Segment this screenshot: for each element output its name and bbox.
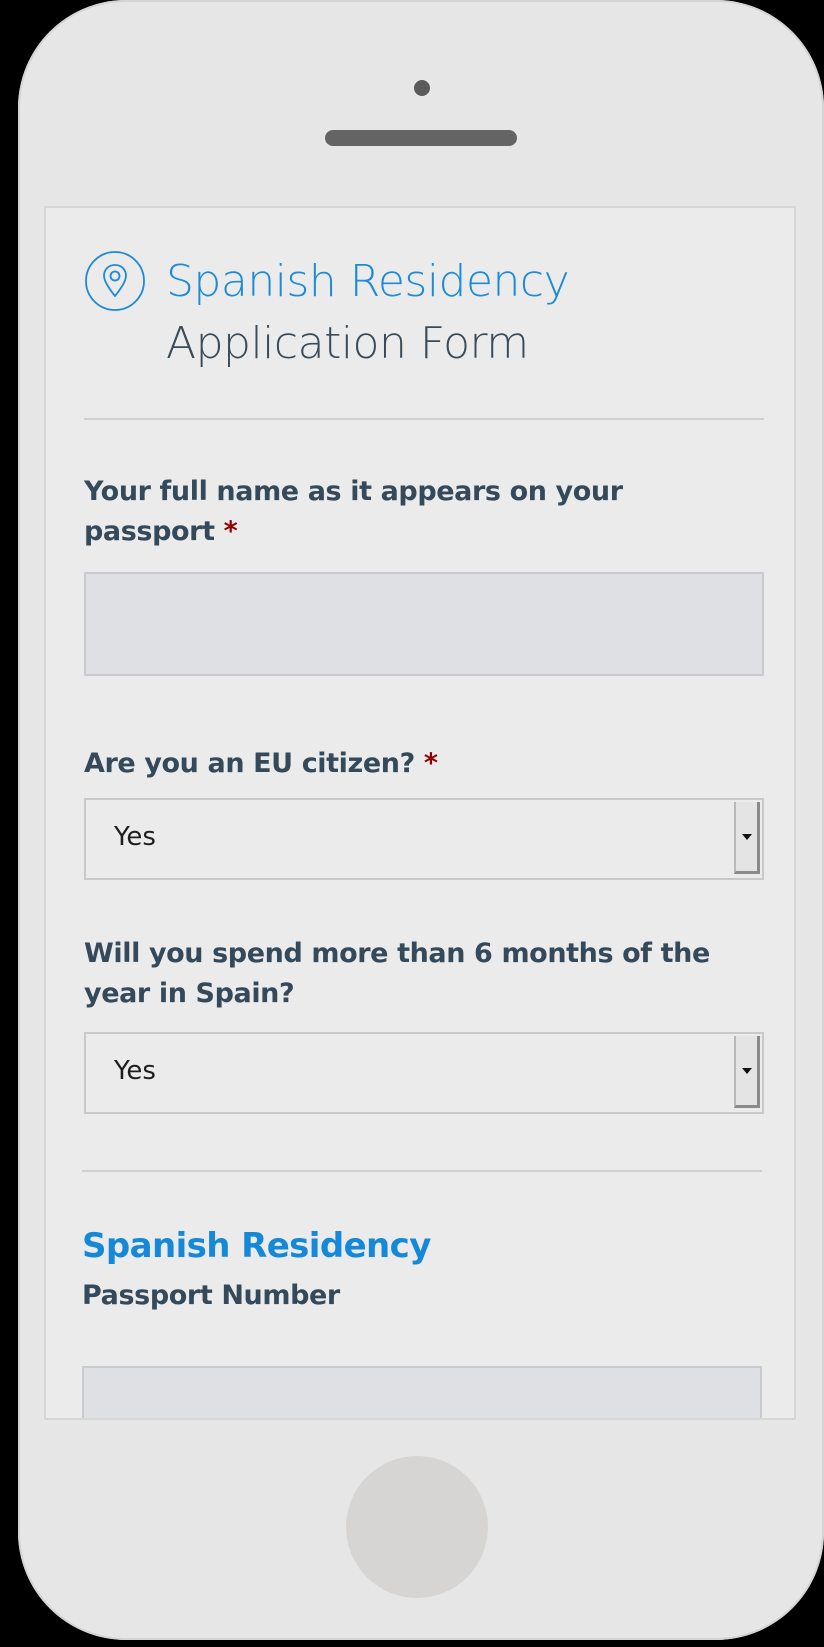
header-divider [84, 418, 764, 420]
speaker-grille [325, 130, 517, 146]
eu-citizen-selected-value: Yes [114, 822, 156, 852]
form-header: Spanish Residency Application Form [84, 238, 764, 378]
camera-icon [414, 80, 430, 96]
form-subtitle: Application Form [166, 318, 529, 369]
six-months-select[interactable]: Yes [84, 1032, 764, 1114]
passport-number-label: Passport Number [82, 1280, 340, 1311]
eu-citizen-label-text: Are you an EU citizen? [84, 748, 415, 779]
location-pin-icon [85, 251, 145, 311]
full-name-label: Your full name as it appears on your pas… [84, 472, 724, 552]
full-name-input[interactable] [84, 572, 764, 676]
chevron-down-icon[interactable] [734, 802, 760, 874]
section-title: Spanish Residency [82, 1226, 431, 1266]
eu-citizen-select[interactable]: Yes [84, 798, 764, 880]
home-button[interactable] [346, 1456, 488, 1598]
section-divider [82, 1170, 762, 1172]
full-name-label-text: Your full name as it appears on your pas… [84, 476, 623, 547]
required-asterisk: * [223, 516, 238, 547]
six-months-label: Will you spend more than 6 months of the… [84, 934, 744, 1014]
required-asterisk: * [423, 748, 438, 779]
eu-citizen-label: Are you an EU citizen? * [84, 744, 724, 784]
form-title: Spanish Residency [166, 256, 570, 307]
phone-screen: Spanish Residency Application Form Your … [44, 206, 796, 1420]
passport-number-input[interactable] [82, 1366, 762, 1418]
chevron-down-icon[interactable] [734, 1036, 760, 1108]
phone-frame: Spanish Residency Application Form Your … [18, 0, 824, 1640]
six-months-selected-value: Yes [114, 1056, 156, 1086]
six-months-label-text: Will you spend more than 6 months of the… [84, 938, 710, 1009]
